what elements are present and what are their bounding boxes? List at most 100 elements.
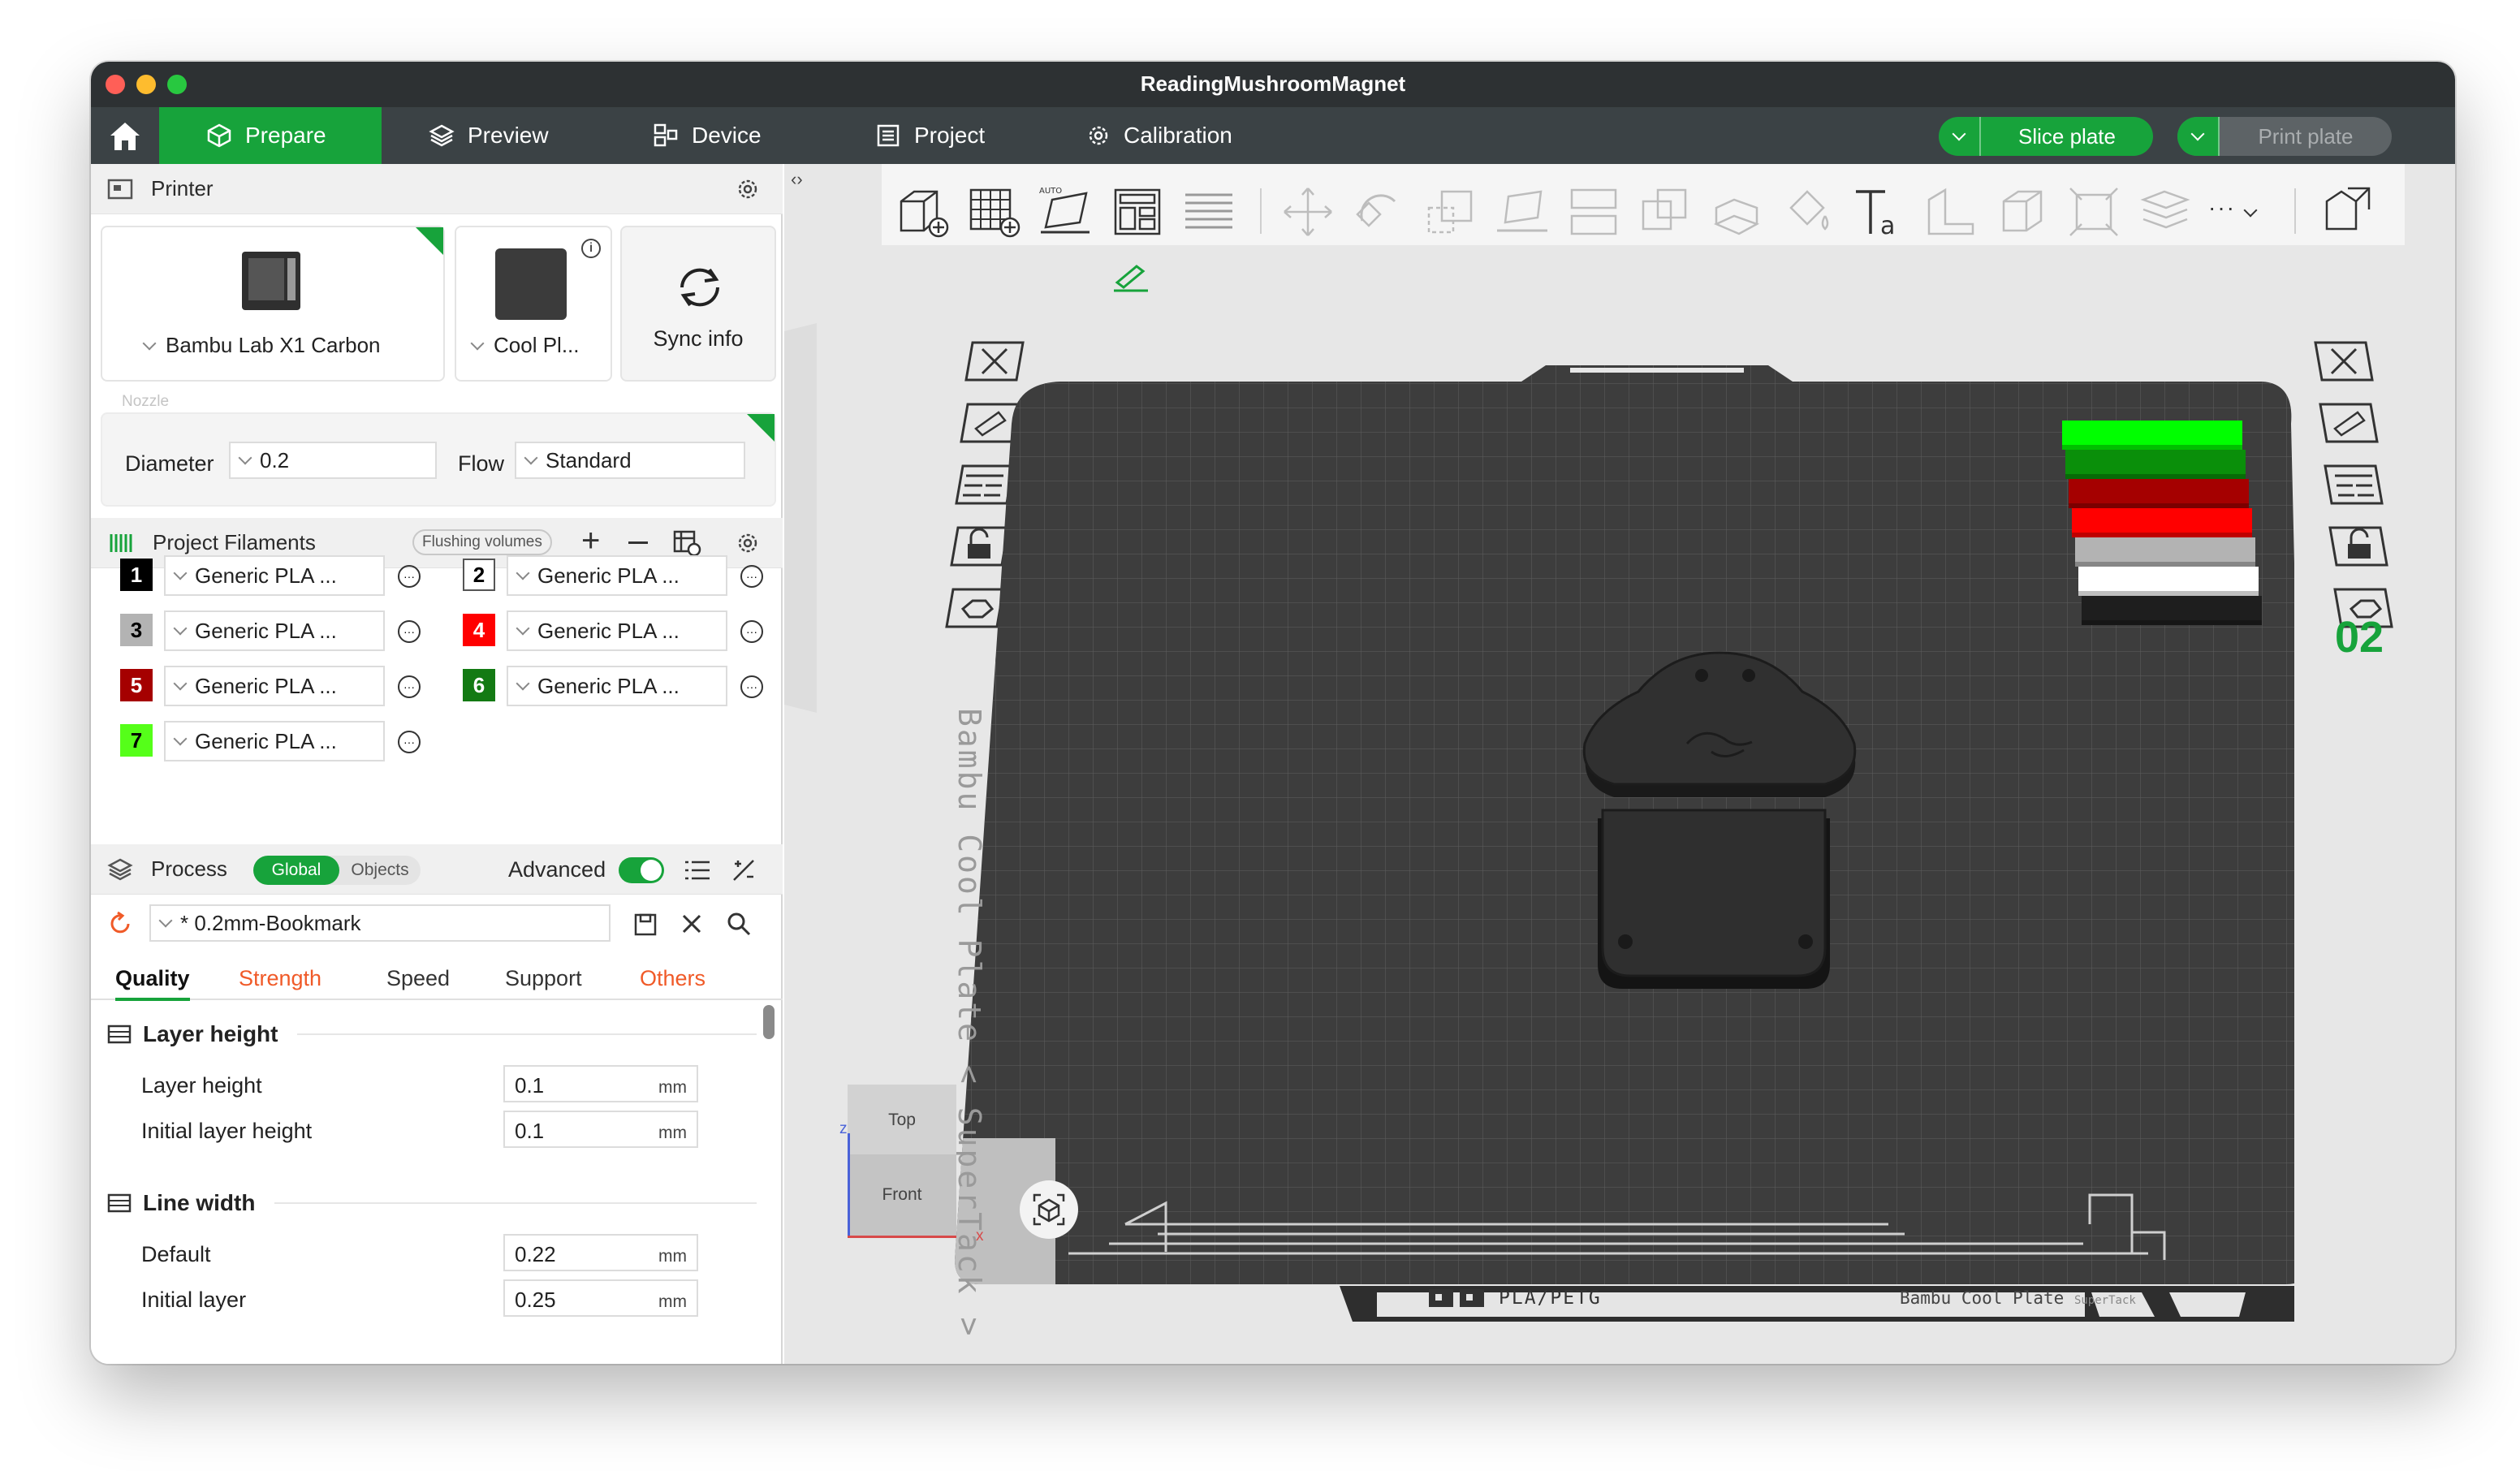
filament-more-icon[interactable]: ···	[398, 620, 421, 643]
setting-value-input[interactable]: 0.1 mm	[503, 1065, 698, 1102]
scale-icon[interactable]	[1422, 183, 1479, 240]
3d-viewport[interactable]: ‹› AUTO a ··· Bambu Cool Plate < SuperTa…	[784, 164, 2455, 1364]
save-icon[interactable]	[633, 912, 658, 937]
process-tab-others[interactable]: Others	[640, 966, 706, 991]
objects-toggle-option[interactable]: Objects	[339, 856, 421, 885]
flushing-volumes-button[interactable]: Flushing volumes	[412, 529, 552, 555]
filament-more-icon[interactable]: ···	[398, 731, 421, 753]
gear-icon[interactable]	[736, 177, 760, 201]
arrange-icon[interactable]	[1109, 183, 1166, 240]
filament-color-swatch[interactable]: 2	[463, 559, 495, 591]
process-preset-select[interactable]: * 0.2mm-Bookmark	[149, 904, 611, 942]
add-plate-icon[interactable]	[966, 183, 1023, 240]
remove-plate-right-icon[interactable]	[2312, 338, 2375, 385]
filament-select[interactable]: Generic PLA ...	[164, 721, 385, 761]
support-painting-icon[interactable]	[1708, 183, 1765, 240]
filament-color-swatch[interactable]: 1	[120, 559, 153, 591]
plate-auto-orient-right-icon[interactable]	[2317, 399, 2380, 446]
filament-color-swatch[interactable]: 3	[120, 614, 153, 646]
gear-icon[interactable]	[736, 531, 760, 555]
filament-more-icon[interactable]: ···	[398, 675, 421, 698]
view-fit-button[interactable]	[1020, 1180, 1078, 1239]
filament-more-icon[interactable]: ···	[740, 620, 763, 643]
color-painting-icon[interactable]	[1780, 183, 1836, 240]
prime-tower[interactable]	[2062, 421, 2262, 633]
compare-icon[interactable]	[731, 857, 757, 883]
advanced-toggle[interactable]	[619, 857, 664, 883]
process-tab-support[interactable]: Support	[505, 966, 582, 991]
view-cube-top-face[interactable]: Top	[848, 1085, 956, 1154]
filament-color-swatch[interactable]: 7	[120, 724, 153, 757]
plate-type-card[interactable]: i Cool Pl...	[455, 226, 612, 382]
tab-calibration[interactable]: Calibration	[1041, 107, 1284, 164]
home-button[interactable]	[91, 107, 159, 164]
remove-filament-button[interactable]	[628, 541, 648, 544]
more-tools-button[interactable]: ···	[2208, 195, 2258, 221]
tab-preview[interactable]: Preview	[382, 107, 585, 164]
variable-layer-height-icon[interactable]	[2137, 183, 2194, 240]
diameter-select[interactable]: 0.2	[229, 442, 437, 479]
auto-arrange-icon[interactable]	[672, 529, 701, 557]
global-objects-toggle[interactable]: Global Objects	[253, 856, 421, 885]
add-object-icon[interactable]	[895, 183, 951, 240]
plate-type-select[interactable]: Cool Pl...	[470, 333, 580, 358]
filament-color-swatch[interactable]: 4	[463, 614, 495, 646]
text-tool-icon[interactable]: a	[1851, 183, 1908, 240]
setting-value-input[interactable]: 0.1 mm	[503, 1111, 698, 1148]
process-tab-speed[interactable]: Speed	[386, 966, 450, 991]
collapse-sidebar-button[interactable]: ‹›	[791, 169, 803, 190]
search-icon[interactable]	[726, 911, 752, 937]
process-tab-quality[interactable]: Quality	[115, 966, 190, 1001]
close-icon[interactable]	[680, 912, 703, 935]
filament-color-swatch[interactable]: 6	[463, 669, 495, 701]
printer-name-select[interactable]: Bambu Lab X1 Carbon	[142, 333, 381, 358]
setting-value-input[interactable]: 0.22 mm	[503, 1234, 698, 1271]
filament-color-swatch[interactable]: 5	[120, 669, 153, 701]
plate-arrange-right-icon[interactable]	[2322, 461, 2385, 508]
add-filament-button[interactable]: +	[581, 524, 600, 557]
slice-dropdown-button[interactable]	[1939, 117, 1981, 156]
measure-icon[interactable]	[1922, 183, 1979, 240]
brim-ears-icon[interactable]	[2065, 183, 2122, 240]
tab-prepare[interactable]: Prepare	[159, 107, 382, 164]
setting-value-input[interactable]: 0.25 mm	[503, 1279, 698, 1317]
filament-select[interactable]: Generic PLA ...	[164, 666, 385, 706]
cut-icon[interactable]	[1565, 183, 1622, 240]
auto-orient-icon[interactable]: AUTO	[1038, 183, 1094, 240]
split-parts-icon[interactable]	[2320, 183, 2377, 240]
view-cube-front-face[interactable]: Front	[848, 1154, 956, 1237]
filament-select[interactable]: Generic PLA ...	[507, 666, 727, 706]
nozzle-label: Nozzle	[122, 393, 170, 410]
filament-select[interactable]: Generic PLA ...	[164, 555, 385, 596]
sync-info-button[interactable]: Sync info	[620, 226, 776, 382]
assembly-icon[interactable]	[1994, 183, 2051, 240]
filament-select[interactable]: Generic PLA ...	[507, 610, 727, 651]
print-dropdown-button[interactable]	[2177, 117, 2220, 156]
printer-card[interactable]: Bambu Lab X1 Carbon	[101, 226, 445, 382]
tab-project[interactable]: Project	[831, 107, 1042, 164]
list-icon[interactable]	[684, 859, 711, 882]
filament-select[interactable]: Generic PLA ...	[164, 610, 385, 651]
view-cube[interactable]: Top Front	[848, 1085, 956, 1238]
reset-icon[interactable]	[107, 911, 133, 937]
split-to-objects-icon[interactable]	[1180, 183, 1237, 240]
flow-select[interactable]: Standard	[515, 442, 745, 479]
info-icon[interactable]: i	[581, 239, 601, 258]
filament-more-icon[interactable]: ···	[740, 565, 763, 588]
rotate-icon[interactable]	[1351, 183, 1408, 240]
filament-more-icon[interactable]: ···	[740, 675, 763, 698]
settings-scrollbar[interactable]	[763, 1005, 775, 1039]
edit-plate-name-icon[interactable]	[1111, 261, 1151, 294]
process-tab-strength[interactable]: Strength	[239, 966, 321, 991]
lay-on-face-icon[interactable]	[1494, 183, 1551, 240]
slice-plate-button[interactable]: Slice plate	[1939, 117, 2153, 156]
boolean-icon[interactable]	[1637, 183, 1694, 240]
global-toggle-option[interactable]: Global	[253, 856, 339, 885]
filament-more-icon[interactable]: ···	[398, 565, 421, 588]
plate-lock-right-icon[interactable]	[2327, 523, 2390, 570]
move-icon[interactable]	[1279, 183, 1336, 240]
filament-select[interactable]: Generic PLA ...	[507, 555, 727, 596]
tab-device[interactable]: Device	[607, 107, 810, 164]
model-object[interactable]	[1565, 648, 1874, 1021]
print-plate-button[interactable]: Print plate	[2177, 117, 2392, 156]
